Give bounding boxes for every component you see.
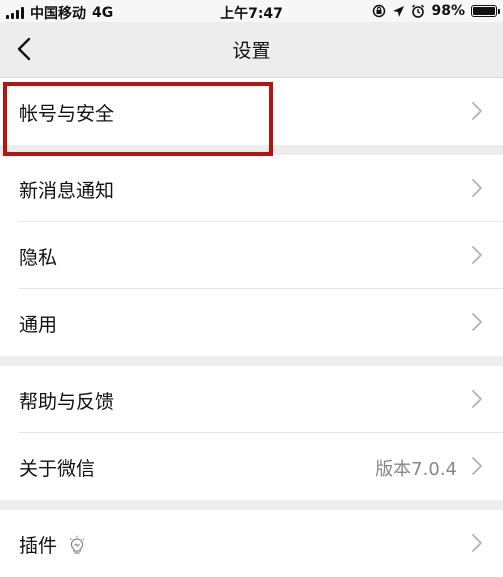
chevron-right-icon — [472, 313, 482, 331]
location-icon — [393, 5, 405, 17]
row-label-text: 通用 — [19, 314, 58, 336]
row-label-text: 帮助与反馈 — [19, 391, 115, 413]
row-label-text: 关于微信 — [19, 458, 96, 480]
row-label: 插件 — [19, 531, 87, 558]
settings-item-account-security[interactable]: 帐号与安全 — [0, 78, 503, 145]
row-label-text: 新消息通知 — [19, 180, 115, 202]
battery-icon — [471, 5, 500, 17]
settings-item-new-message-notification[interactable]: 新消息通知 — [0, 155, 503, 222]
section-account: 帐号与安全 — [0, 78, 503, 145]
battery-percentage: 98% — [431, 3, 465, 19]
section-gap — [0, 500, 503, 510]
section-plugins: 插件 — [0, 510, 503, 577]
status-right: 98% — [372, 3, 500, 19]
rotation-lock-icon — [373, 4, 386, 18]
chevron-right-icon — [472, 390, 482, 408]
section-general: 新消息通知 隐私 通用 — [0, 155, 503, 356]
settings-item-privacy[interactable]: 隐私 — [0, 222, 503, 289]
settings-item-help-feedback[interactable]: 帮助与反馈 — [0, 366, 503, 433]
row-label: 通用 — [19, 310, 57, 337]
battery-fill — [473, 7, 495, 15]
row-label-text: 帐号与安全 — [19, 103, 115, 125]
row-label: 帐号与安全 — [19, 99, 114, 126]
settings-item-general[interactable]: 通用 — [0, 289, 503, 356]
row-label-text: 隐私 — [19, 247, 58, 269]
lightbulb-icon — [69, 535, 85, 554]
row-label-text: 插件 — [19, 535, 58, 557]
settings-item-plugins[interactable]: 插件 — [0, 510, 503, 577]
chevron-right-icon — [472, 102, 482, 120]
status-bar: 中国移动 4G 上午7:47 98% — [0, 0, 503, 22]
alarm-icon — [412, 4, 425, 18]
row-label: 隐私 — [19, 243, 57, 270]
section-gap — [0, 145, 503, 155]
version-value: 版本7.0.4 — [375, 459, 457, 480]
page-title: 设置 — [232, 40, 271, 62]
settings-list: 帐号与安全 新消息通知 隐私 通用 帮助与反馈 关于微信 版本7.0.4 插件 — [0, 78, 503, 577]
row-label: 帮助与反馈 — [19, 387, 114, 414]
chevron-right-icon — [472, 246, 482, 264]
navigation-bar: 设置 — [0, 22, 503, 78]
section-gap — [0, 356, 503, 366]
row-label: 新消息通知 — [19, 176, 114, 203]
chevron-right-icon — [472, 457, 482, 475]
chevron-right-icon — [472, 534, 482, 552]
settings-item-about-wechat[interactable]: 关于微信 版本7.0.4 — [0, 433, 503, 500]
chevron-right-icon — [472, 179, 482, 197]
row-label: 关于微信 — [19, 454, 95, 481]
section-help-about: 帮助与反馈 关于微信 版本7.0.4 — [0, 366, 503, 500]
